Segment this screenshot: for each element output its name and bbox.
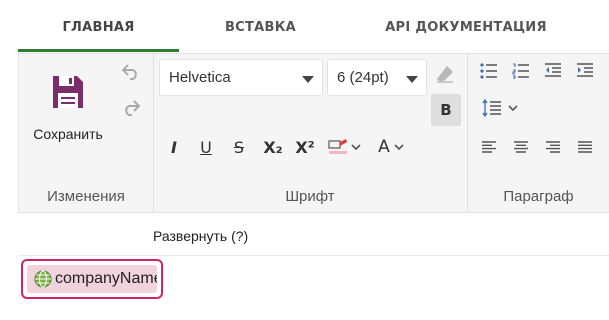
undo-icon <box>122 64 140 80</box>
strikethrough-label: S <box>233 137 245 157</box>
line-spacing-button[interactable] <box>477 96 523 120</box>
field-chip[interactable]: companyName <box>21 259 163 299</box>
bold-button[interactable]: B <box>431 94 461 126</box>
align-center-button[interactable] <box>509 136 533 158</box>
font-size-value: 6 (24pt) <box>337 69 389 86</box>
align-right-icon <box>545 141 561 153</box>
chevron-down-icon <box>351 143 361 151</box>
chevron-down-icon <box>394 143 404 151</box>
tab-home[interactable]: ГЛАВНАЯ <box>18 0 179 53</box>
save-button[interactable]: Сохранить <box>23 68 113 148</box>
align-center-icon <box>513 141 529 153</box>
tab-insert[interactable]: ВСТАВКА <box>179 0 342 53</box>
active-tab-indicator <box>18 49 179 52</box>
chevron-down-icon <box>406 76 418 83</box>
outdent-icon <box>544 63 562 79</box>
indent-icon <box>576 63 594 79</box>
eraser-icon <box>436 65 454 83</box>
highlighter-icon <box>327 137 349 157</box>
bullet-list-icon <box>480 63 498 79</box>
highlight-color-button[interactable] <box>324 134 364 160</box>
font-color-button[interactable]: A <box>371 134 411 160</box>
line-spacing-icon <box>482 99 502 117</box>
redo-button[interactable] <box>119 96 143 120</box>
ribbon-toolbar: Сохранить Изменения Helvetica 6 (24pt) B… <box>18 54 609 213</box>
font-size-select[interactable]: 6 (24pt) <box>327 59 427 96</box>
field-chip-label: companyName <box>55 270 157 287</box>
ribbon-tabs: ГЛАВНАЯ ВСТАВКА API ДОКУМЕНТАЦИЯ <box>18 0 609 54</box>
chevron-down-icon <box>508 104 518 112</box>
field-chip-body: companyName <box>27 265 157 293</box>
font-color-label: A <box>378 137 390 157</box>
numbered-list-icon <box>512 63 530 79</box>
clear-format-button[interactable] <box>433 62 457 86</box>
outdent-button[interactable] <box>541 60 565 82</box>
subscript-label: X₂ <box>263 137 283 157</box>
expand-link[interactable]: Развернуть (?) <box>153 228 248 244</box>
font-family-value: Helvetica <box>169 69 231 86</box>
underline-label: U <box>200 137 212 157</box>
expand-row: Развернуть (?) <box>18 213 609 256</box>
group-label-paragraph: Параграф <box>503 188 574 205</box>
bullet-list-button[interactable] <box>477 60 501 82</box>
redo-icon <box>122 100 140 116</box>
save-icon <box>51 74 85 110</box>
align-right-button[interactable] <box>541 136 565 158</box>
align-left-button[interactable] <box>477 136 501 158</box>
subscript-button[interactable]: X₂ <box>260 134 286 160</box>
font-family-select[interactable]: Helvetica <box>159 59 323 96</box>
group-label-changes: Изменения <box>47 188 125 205</box>
justify-icon <box>577 141 593 153</box>
indent-button[interactable] <box>573 60 597 82</box>
italic-button[interactable]: I <box>163 134 185 160</box>
align-left-icon <box>481 141 497 153</box>
strikethrough-button[interactable]: S <box>228 134 250 160</box>
group-label-font: Шрифт <box>285 188 335 205</box>
italic-label: I <box>171 137 177 157</box>
tab-api-docs[interactable]: API ДОКУМЕНТАЦИЯ <box>342 0 590 53</box>
numbered-list-button[interactable] <box>509 60 533 82</box>
superscript-label: X² <box>295 137 315 157</box>
underline-button[interactable]: U <box>195 134 217 160</box>
globe-icon <box>34 270 52 288</box>
save-label: Сохранить <box>33 126 103 142</box>
justify-button[interactable] <box>573 136 597 158</box>
superscript-button[interactable]: X² <box>292 134 318 160</box>
bold-label: B <box>440 101 452 119</box>
chevron-down-icon <box>302 76 314 83</box>
undo-button[interactable] <box>119 60 143 84</box>
